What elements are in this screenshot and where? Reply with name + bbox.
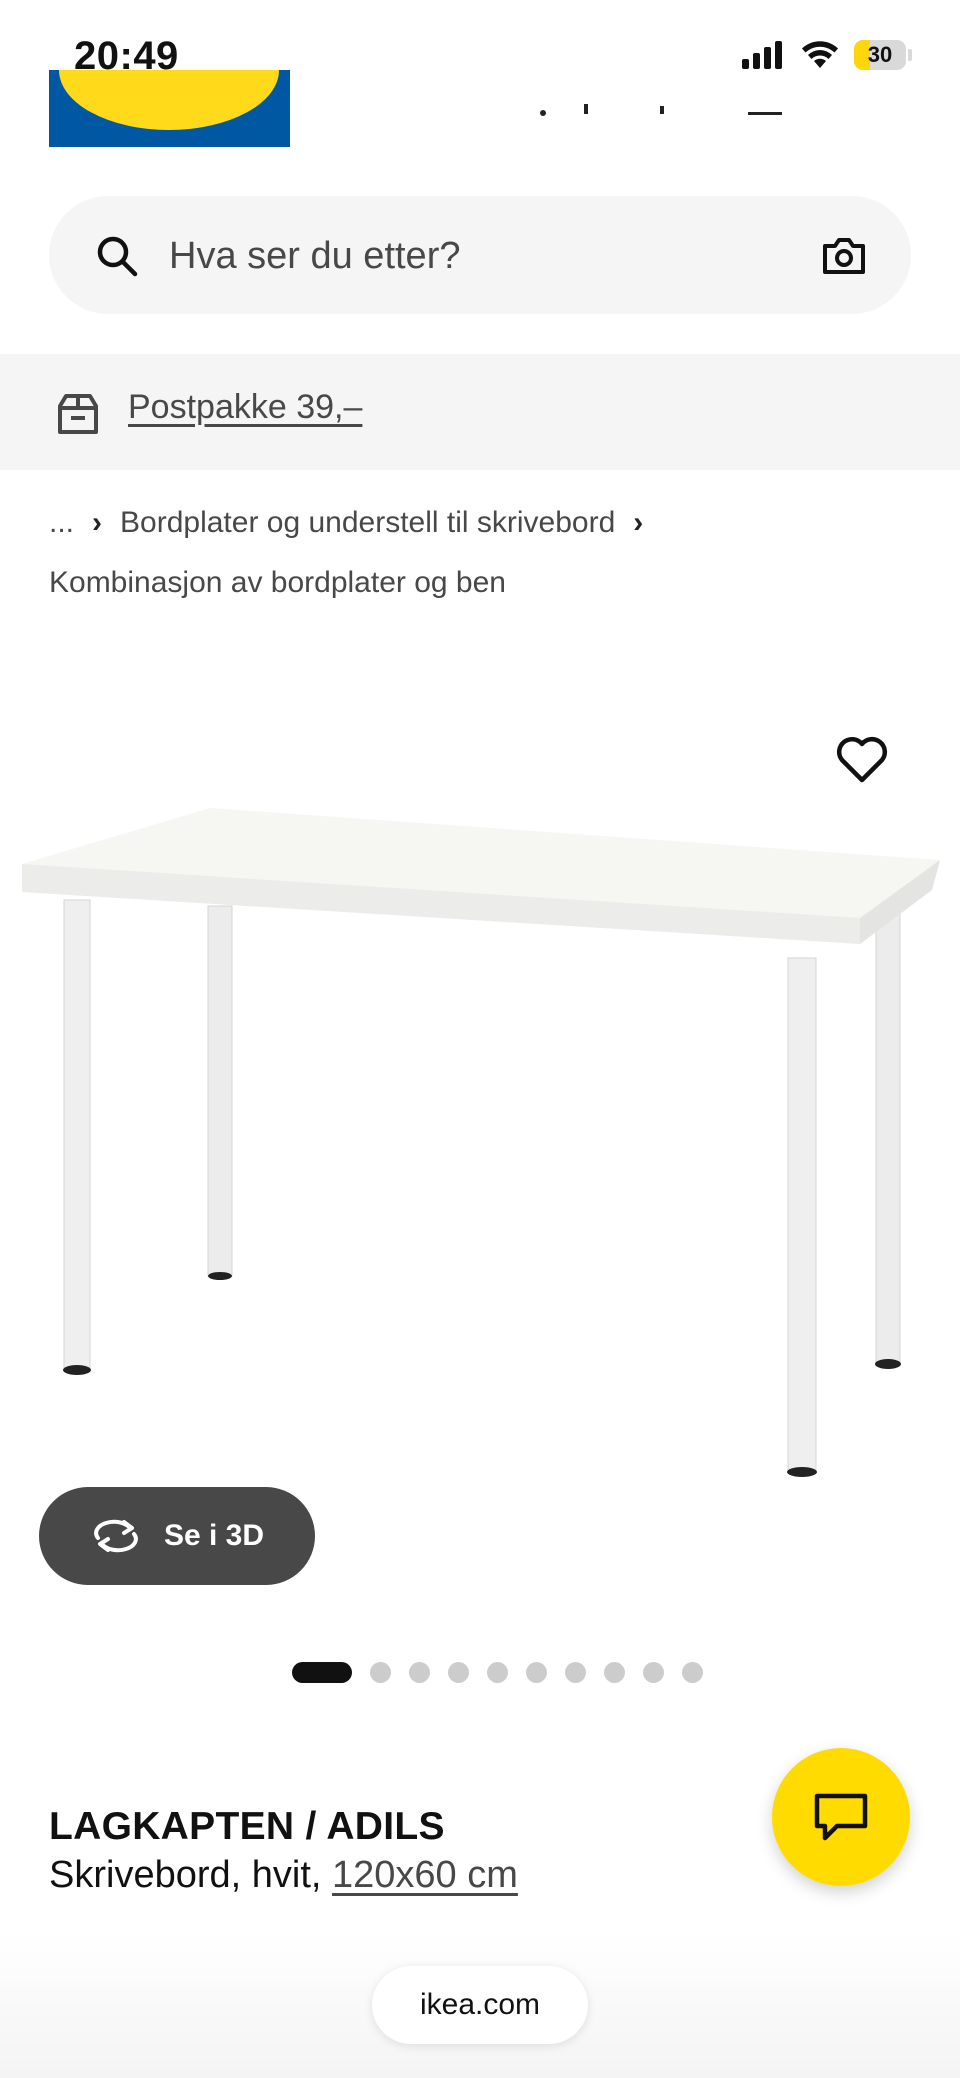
carousel-dot[interactable] — [292, 1662, 352, 1683]
status-icons: 30 — [742, 40, 912, 70]
heart-icon[interactable] — [836, 736, 888, 784]
view-3d-button[interactable]: Se i 3D — [39, 1487, 315, 1585]
chat-bubble-icon — [814, 1793, 868, 1841]
ikea-logo[interactable] — [49, 70, 290, 147]
wifi-icon — [802, 41, 838, 68]
battery-level: 30 — [867, 42, 893, 67]
postpakke-link[interactable]: Postpakke 39,– — [128, 388, 362, 427]
carousel-indicator[interactable] — [292, 1662, 703, 1683]
chat-button[interactable] — [772, 1748, 910, 1886]
product-dimensions-link[interactable]: 120x60 cm — [332, 1854, 518, 1896]
carousel-dot[interactable] — [604, 1662, 625, 1683]
url-bar[interactable]: ikea.com — [372, 1966, 588, 2044]
carousel-dot[interactable] — [682, 1662, 703, 1683]
view-3d-label: Se i 3D — [163, 1519, 265, 1552]
breadcrumb-item-current[interactable]: Kombinasjon av bordplater og ben — [49, 566, 506, 600]
product-name: LAGKAPTEN / ADILS — [49, 1805, 445, 1848]
carousel-dot[interactable] — [643, 1662, 664, 1683]
product-description: Skrivebord, hvit, 120x60 cm — [49, 1854, 518, 1897]
camera-icon[interactable] — [821, 234, 867, 276]
carousel-dot[interactable] — [448, 1662, 469, 1683]
battery-icon: 30 — [854, 40, 906, 70]
chevron-right-icon: › — [92, 506, 103, 539]
white-desk-image[interactable] — [0, 700, 960, 1500]
breadcrumb: ... › Bordplater og understell til skriv… — [49, 506, 661, 540]
header-icons-fragment — [540, 96, 782, 116]
search-input[interactable] — [167, 218, 731, 294]
cellular-signal-icon — [742, 41, 782, 69]
breadcrumb-ellipsis[interactable]: ... — [49, 506, 74, 540]
carousel-dot[interactable] — [526, 1662, 547, 1683]
product-type: Skrivebord, hvit, — [49, 1854, 322, 1896]
search-icon[interactable] — [95, 234, 139, 278]
battery-tip — [908, 49, 912, 61]
carousel-dot[interactable] — [409, 1662, 430, 1683]
carousel-dot[interactable] — [565, 1662, 586, 1683]
breadcrumb-item-parent[interactable]: Bordplater og understell til skrivebord — [120, 506, 615, 540]
carousel-dot[interactable] — [487, 1662, 508, 1683]
shipping-banner: Postpakke 39,– — [0, 354, 960, 470]
search-bar[interactable] — [49, 196, 911, 314]
rotate-3d-icon — [94, 1519, 138, 1553]
chevron-right-icon: › — [633, 506, 644, 539]
carousel-dot[interactable] — [370, 1662, 391, 1683]
parcel-box-icon — [58, 394, 98, 434]
